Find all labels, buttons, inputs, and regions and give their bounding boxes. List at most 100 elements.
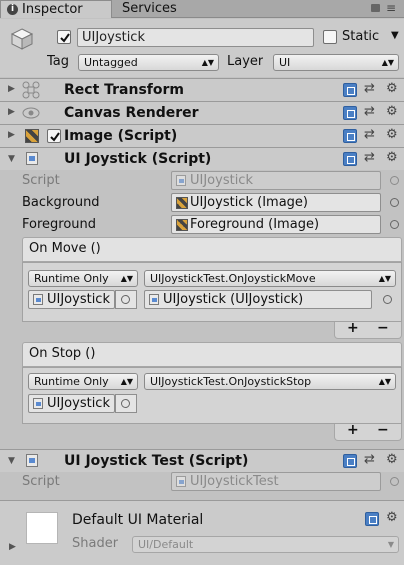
on-stop-mode-dropdown[interactable]: Runtime Only ▲▼ <box>28 373 138 390</box>
tag-dropdown[interactable]: Untagged ▲▼ <box>78 54 219 71</box>
ui-joystick-title: UI Joystick (Script) <box>64 151 212 167</box>
lock-icon[interactable] <box>371 4 380 12</box>
on-stop-function-dropdown[interactable]: UIJoystickTest.OnJoystickStop ▲▼ <box>144 373 396 390</box>
on-move-target-value: UIJoystick <box>47 292 110 307</box>
on-move-plus-minus-bar: + − <box>334 320 402 339</box>
ui-joystick-test-title: UI Joystick Test (Script) <box>64 453 249 469</box>
material-name: Default UI Material <box>72 512 204 528</box>
layer-label: Layer <box>227 54 264 69</box>
gear-icon[interactable]: ⚙ <box>386 82 398 96</box>
script-value: UIJoystick <box>190 173 253 188</box>
preset-icon[interactable]: ⇄ <box>364 82 375 96</box>
object-picker-icon <box>390 477 399 486</box>
remove-listener-button[interactable]: − <box>377 422 389 438</box>
help-book-icon[interactable] <box>343 83 357 97</box>
script-icon <box>33 398 43 409</box>
layer-value: UI <box>279 56 291 69</box>
preset-icon[interactable]: ⇄ <box>364 128 375 142</box>
image-icon <box>176 197 188 209</box>
dropdown-arrow-icon: ▲▼ <box>201 58 214 67</box>
info-icon: i <box>7 4 18 15</box>
on-move-mode-dropdown[interactable]: Runtime Only ▲▼ <box>28 270 138 287</box>
object-picker-icon[interactable] <box>390 220 399 229</box>
on-stop-header: On Stop () <box>22 342 402 367</box>
expand-arrow-icon[interactable]: ▶ <box>8 130 18 140</box>
on-stop-plus-minus-bar: + − <box>334 422 402 441</box>
expand-arrow-icon[interactable]: ▶ <box>9 542 19 552</box>
background-label: Background <box>22 195 100 210</box>
help-book-icon[interactable] <box>343 454 357 468</box>
dropdown-arrow-icon: ▲▼ <box>381 58 394 67</box>
script-icon <box>149 294 159 305</box>
expand-arrow-icon[interactable]: ▶ <box>8 84 18 94</box>
on-move-function-value: UIJoystickTest.OnJoystickMove <box>150 272 316 285</box>
add-listener-button[interactable]: + <box>347 422 359 438</box>
script-icon <box>176 476 186 487</box>
foreground-value: Foreground (Image) <box>190 217 320 232</box>
image-icon <box>176 219 188 231</box>
gear-icon[interactable]: ⚙ <box>386 453 398 467</box>
static-checkbox[interactable] <box>323 30 337 44</box>
tab-inspector[interactable]: i Inspector <box>0 0 112 18</box>
collapse-arrow-icon[interactable]: ▼ <box>8 456 18 466</box>
help-book-icon[interactable] <box>343 129 357 143</box>
on-stop-mode-value: Runtime Only <box>34 375 109 388</box>
gear-icon[interactable]: ⚙ <box>386 128 398 142</box>
canvas-renderer-title: Canvas Renderer <box>64 105 199 121</box>
menu-icon[interactable]: ≡ <box>386 1 396 15</box>
script-icon <box>33 294 43 305</box>
rect-transform-icon <box>22 81 40 99</box>
dropdown-arrow-icon: ▲▼ <box>378 377 391 386</box>
add-listener-button[interactable]: + <box>347 320 359 336</box>
script-label: Script <box>22 173 60 188</box>
help-book-icon[interactable] <box>343 152 357 166</box>
image-enabled-checkbox[interactable] <box>47 129 61 143</box>
script-icon <box>26 454 38 467</box>
dropdown-arrow-icon: ▲▼ <box>120 377 133 386</box>
on-move-target-picker[interactable] <box>115 290 137 309</box>
on-move-argument-value: UIJoystick (UIJoystick) <box>163 292 304 307</box>
background-field[interactable]: UIJoystick (Image) <box>171 193 381 212</box>
gear-icon[interactable]: ⚙ <box>386 151 398 165</box>
script-icon <box>176 175 186 186</box>
object-name-input[interactable]: UIJoystick <box>77 28 314 47</box>
object-picker-icon[interactable] <box>390 198 399 207</box>
image-title: Image (Script) <box>64 128 178 144</box>
on-move-target-field[interactable]: UIJoystick <box>28 290 115 309</box>
rect-transform-title: Rect Transform <box>64 82 185 98</box>
help-book-icon[interactable] <box>343 106 357 120</box>
on-move-mode-value: Runtime Only <box>34 272 109 285</box>
on-move-header: On Move () <box>22 237 402 262</box>
layer-dropdown[interactable]: UI ▲▼ <box>273 54 399 71</box>
shader-label: Shader <box>72 536 119 551</box>
collapse-arrow-icon[interactable]: ▼ <box>8 154 18 164</box>
on-stop-target-field[interactable]: UIJoystick <box>28 394 115 413</box>
on-move-function-dropdown[interactable]: UIJoystickTest.OnJoystickMove ▲▼ <box>144 270 396 287</box>
object-picker-icon[interactable] <box>383 295 392 304</box>
on-stop-target-picker[interactable] <box>115 394 137 413</box>
help-book-icon[interactable] <box>365 512 379 526</box>
remove-listener-button[interactable]: − <box>377 320 389 336</box>
preset-icon[interactable]: ⇄ <box>364 453 375 467</box>
material-preview <box>26 512 58 544</box>
preset-icon[interactable]: ⇄ <box>364 151 375 165</box>
foreground-field[interactable]: Foreground (Image) <box>171 215 381 234</box>
canvas-renderer-icon <box>22 107 40 119</box>
on-stop-target-value: UIJoystick <box>47 396 110 411</box>
shader-dropdown[interactable]: UI/Default ▼ <box>132 536 399 553</box>
static-label: Static <box>342 29 380 44</box>
test-script-label: Script <box>22 474 60 489</box>
test-script-field: UIJoystickTest <box>171 472 381 491</box>
gear-icon[interactable]: ⚙ <box>386 511 398 525</box>
gear-icon[interactable]: ⚙ <box>386 105 398 119</box>
active-checkbox[interactable] <box>57 30 71 44</box>
tab-services[interactable]: Services <box>114 0 194 18</box>
tag-value: Untagged <box>84 56 138 69</box>
tag-label: Tag <box>47 54 70 69</box>
static-dropdown-icon[interactable]: ▼ <box>391 30 399 41</box>
script-field: UIJoystick <box>171 171 381 190</box>
on-move-argument-field[interactable]: UIJoystick (UIJoystick) <box>144 290 372 309</box>
preset-icon[interactable]: ⇄ <box>364 105 375 119</box>
object-picker-icon <box>390 176 399 185</box>
expand-arrow-icon[interactable]: ▶ <box>8 107 18 117</box>
